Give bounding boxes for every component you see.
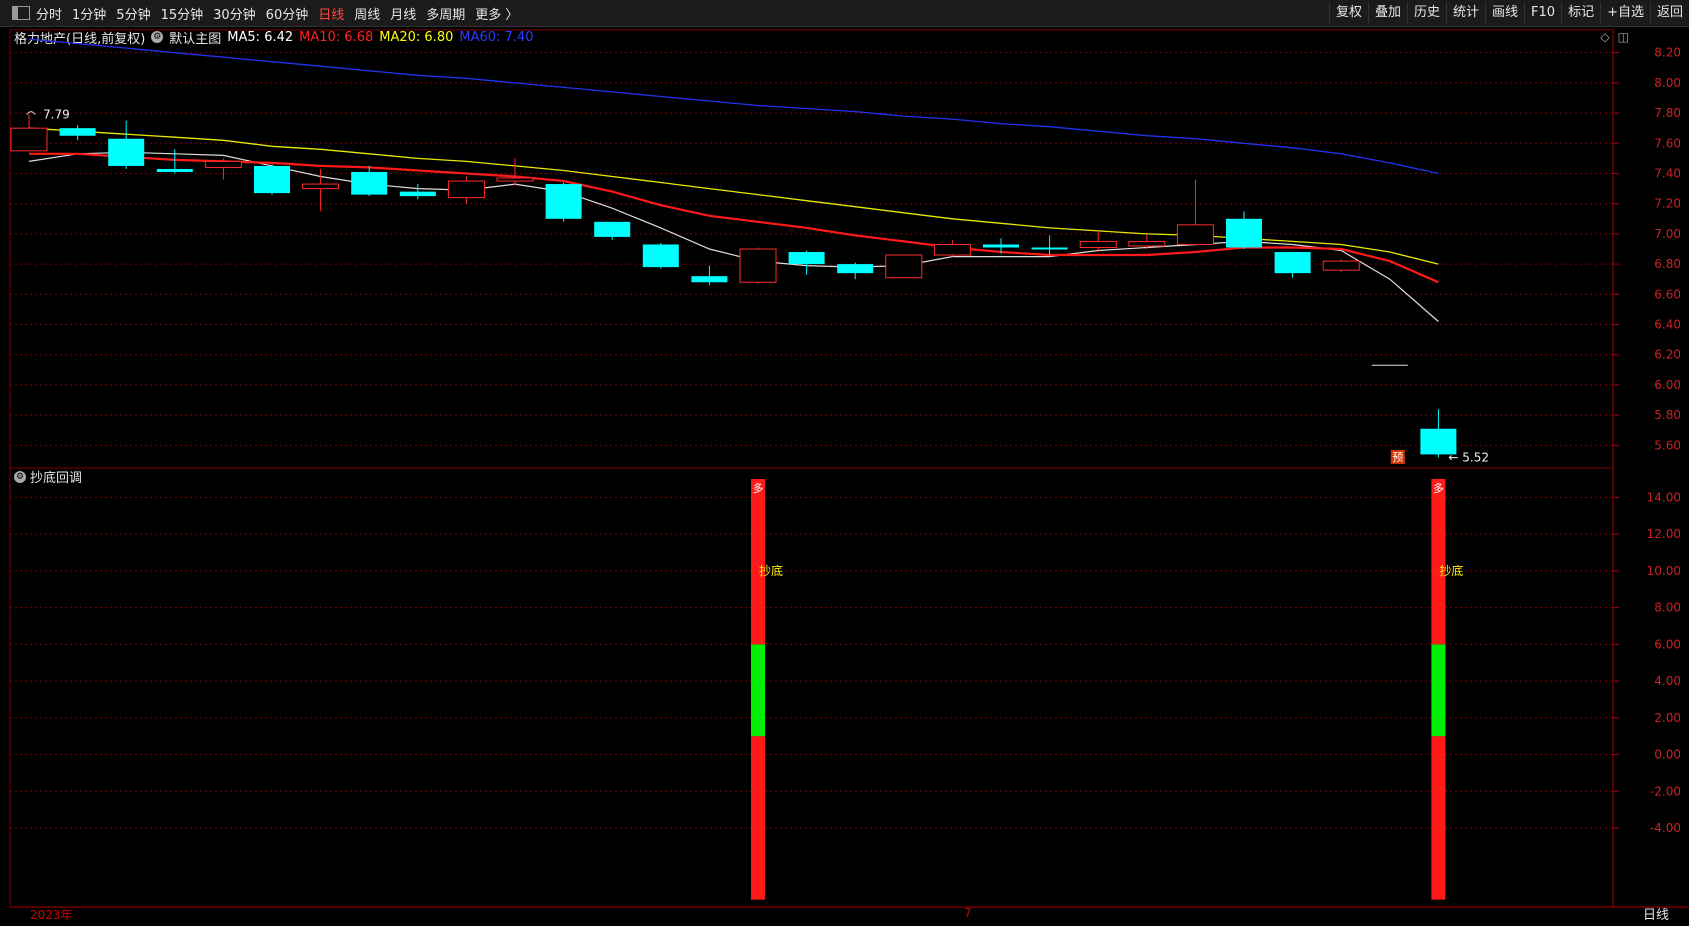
price-tick-label: 6.00 [1654,378,1681,392]
candle-body-up [1079,240,1117,248]
indicator-tick-label: -4.00 [1650,821,1681,835]
candle-body-up [302,183,340,190]
signal-mid-label: 抄底 [759,563,783,578]
indicator-tick-label: 14.00 [1647,490,1681,504]
candles [10,114,1457,458]
candle-body-down [642,244,679,268]
indicator-tick-label: 6.00 [1654,637,1681,651]
price-tick-label: 6.40 [1654,318,1681,332]
candle-body-up [204,160,242,168]
price-tick-label: 7.00 [1654,227,1681,241]
indicator-tick-label: 12.00 [1647,527,1681,541]
high-price-label: 7.79 [43,108,70,122]
price-tick-label: 7.40 [1654,166,1681,180]
candle-body-down [545,184,582,219]
period-tab-footer[interactable]: 日线 [1643,904,1669,923]
signal-mid-label: 抄底 [1439,563,1463,578]
indicator-grid [9,467,1614,908]
candle-body-up [1322,260,1360,271]
candle-body-up [496,177,534,182]
indicator-tick-label: 10.00 [1647,564,1681,578]
candle-body-down [59,128,96,136]
indicator-tick-label: 0.00 [1654,748,1681,762]
candle-body-up [1176,224,1214,245]
signal-top-label: 多 [753,481,764,495]
price-tick-label: 7.20 [1654,197,1681,211]
price-tick-label: 8.20 [1654,46,1681,60]
candle-body-down [254,165,290,194]
ma-lines [28,38,1439,322]
price-tick-label: 6.80 [1654,257,1681,271]
candle-body-up [933,243,971,256]
indicator-tick-label: 4.00 [1654,674,1681,688]
price-tick-label: 7.80 [1654,106,1681,120]
settings-icon[interactable]: ⚙ [14,470,26,483]
price-tick-label: 6.20 [1654,348,1681,362]
axis-month-label: 7 [964,906,972,920]
indicator-bars: 多抄底 多抄底 [751,479,1463,900]
candle-body-down [788,252,825,265]
candle-body-up [10,127,48,152]
price-tick-label: 6.60 [1654,287,1681,301]
candle-body-down [156,168,193,172]
price-tick-label: 7.60 [1654,136,1681,150]
candle-body-down [594,221,631,237]
candle-body-down [108,138,145,166]
forecast-badge: 预 [1392,451,1403,464]
candle-body-down [1226,218,1262,248]
signal-bar-red [751,479,765,645]
indicator-tick-label: 8.00 [1654,601,1681,615]
candle-body-down [1274,252,1311,274]
indicator-header: ⚙ 抄底回调 [14,467,82,486]
signal-bar-green [751,644,765,737]
candle-body-down [983,244,1019,248]
ma-line-ma60 [28,38,1439,175]
low-price-label: ← 5.52 [1448,450,1489,464]
indicator-tick-label: -2.00 [1650,784,1681,798]
candle-body-down [351,171,388,195]
indicator-title[interactable]: 抄底回调 [30,467,82,486]
candle-body-down [1031,247,1068,250]
signal-bar-red [1431,736,1446,900]
candle-body-up [885,254,923,279]
signal-top-label: 多 [1433,481,1444,495]
candle-body-up [447,180,485,199]
signal-bar-red [1431,479,1446,645]
axis-year-label: 2023年 [30,908,73,922]
indicator-tick-label: 2.00 [1654,711,1681,725]
signal-bar-red [751,736,765,900]
candle-body-down [691,276,728,283]
candle-body-up [1128,240,1166,247]
price-tick-label: 5.60 [1654,438,1681,452]
price-tick-label: 8.00 [1654,76,1681,90]
chart-canvas[interactable]: 多抄底 多抄底 8.20 8.00 7.80 7.60 7.40 7.20 7.00 6.80 6… [0,0,1689,926]
price-tick-label: 5.80 [1654,408,1681,422]
candle-body-up [739,248,777,283]
candle-body-down [837,264,874,274]
signal-bar-green [1431,644,1446,737]
candle-body-down [399,191,436,197]
